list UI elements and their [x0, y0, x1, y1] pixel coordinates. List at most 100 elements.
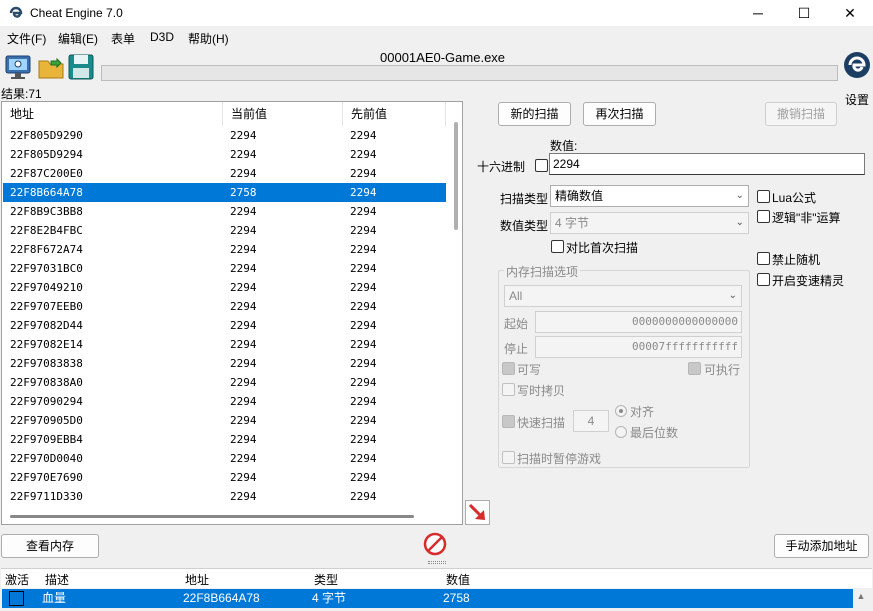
result-current-value: 2294: [230, 490, 257, 503]
result-row[interactable]: 22F970905D0 2294 2294: [3, 411, 446, 430]
result-row[interactable]: 22F97049210 2294 2294: [3, 278, 446, 297]
result-row[interactable]: 22F97090294 2294 2294: [3, 392, 446, 411]
result-current-value: 2294: [230, 224, 257, 237]
menu-file[interactable]: 文件(F): [7, 30, 46, 47]
active-checkbox[interactable]: [9, 591, 24, 606]
minimize-button[interactable]: ─: [735, 0, 781, 26]
last-digits-radio[interactable]: [615, 426, 627, 438]
save-button[interactable]: [67, 53, 95, 81]
maximize-button[interactable]: ☐: [781, 0, 827, 26]
align-label: 对齐: [630, 405, 655, 419]
stop-address-input[interactable]: 00007fffffffffff: [535, 336, 742, 358]
speedhack-checkbox[interactable]: [757, 273, 770, 286]
result-row[interactable]: 22F805D9290 2294 2294: [3, 126, 446, 145]
fast-scan-checkbox[interactable]: [502, 415, 515, 428]
header-type[interactable]: 类型: [314, 571, 338, 588]
writable-checkbox[interactable]: [502, 362, 515, 375]
result-row[interactable]: 22F970E7690 2294 2294: [3, 468, 446, 487]
column-header-current[interactable]: 当前值: [223, 102, 343, 126]
scan-type-value: 精确数值: [555, 189, 604, 203]
result-current-value: 2758: [230, 186, 257, 199]
result-row[interactable]: 22F8B664A78 2758 2294: [3, 183, 446, 202]
scroll-up-arrow-icon[interactable]: ▲: [855, 591, 867, 605]
executable-checkbox[interactable]: [688, 362, 701, 375]
result-address: 22F97082D44: [10, 319, 83, 332]
result-row[interactable]: 22F805D9294 2294 2294: [3, 145, 446, 164]
copy-on-write-checkbox[interactable]: [502, 383, 515, 396]
result-current-value: 2294: [230, 338, 257, 351]
copy-on-write-label: 写时拷贝: [517, 384, 566, 398]
result-row[interactable]: 22F97082D44 2294 2294: [3, 316, 446, 335]
address-table-row[interactable]: 血量 22F8B664A78 4 字节 2758: [2, 589, 853, 608]
hex-checkbox[interactable]: [535, 159, 548, 172]
entry-type: 4 字节: [312, 591, 347, 605]
add-address-manually-button[interactable]: 手动添加地址: [774, 534, 869, 558]
scan-type-select[interactable]: 精确数值 ⌄: [550, 185, 749, 207]
result-row[interactable]: 22F9709EBB4 2294 2294: [3, 430, 446, 449]
fast-scan-alignment-input[interactable]: 4: [573, 410, 609, 432]
result-row[interactable]: 22F87C200E0 2294 2294: [3, 164, 446, 183]
view-memory-button[interactable]: 查看内存: [1, 534, 99, 558]
menu-table[interactable]: 表单: [111, 30, 135, 47]
column-header-address[interactable]: 地址: [2, 102, 223, 126]
align-radio[interactable]: [615, 405, 627, 417]
select-process-button[interactable]: [4, 53, 32, 81]
add-to-list-button[interactable]: [465, 500, 490, 525]
result-row[interactable]: 22F97082E14 2294 2294: [3, 335, 446, 354]
result-current-value: 2294: [230, 414, 257, 427]
menu-help[interactable]: 帮助(H): [188, 30, 229, 47]
logic-not-checkbox[interactable]: [757, 210, 770, 223]
clear-list-button[interactable]: [423, 532, 447, 556]
result-row[interactable]: 22F8B9C3BB8 2294 2294: [3, 202, 446, 221]
column-header-previous[interactable]: 先前值: [343, 102, 446, 126]
vertical-scrollbar[interactable]: [454, 122, 458, 230]
menu-edit[interactable]: 编辑(E): [58, 30, 98, 47]
no-random-checkbox[interactable]: [757, 252, 770, 265]
memory-region-select[interactable]: All ⌄: [504, 285, 742, 307]
result-row[interactable]: 22F8F672A74 2294 2294: [3, 240, 446, 259]
header-description[interactable]: 描述: [45, 571, 69, 588]
splitter-handle[interactable]: [428, 561, 446, 564]
result-address: 22F97090294: [10, 395, 83, 408]
settings-label[interactable]: 设置: [845, 91, 869, 108]
computer-icon: [5, 55, 31, 79]
result-address: 22F8B9C3BB8: [10, 205, 83, 218]
result-row[interactable]: 22F97083838 2294 2294: [3, 354, 446, 373]
speedhack-label: 开启变速精灵: [772, 274, 845, 288]
result-address: 22F97049210: [10, 281, 83, 294]
open-file-button[interactable]: [37, 53, 65, 81]
result-previous-value: 2294: [350, 490, 377, 503]
result-current-value: 2294: [230, 281, 257, 294]
header-active[interactable]: 激活: [5, 571, 29, 588]
result-current-value: 2294: [230, 452, 257, 465]
cheat-engine-settings-logo[interactable]: [842, 48, 872, 82]
scan-progress-bar: [101, 65, 838, 81]
result-address: 22F9707EEB0: [10, 300, 83, 313]
result-row[interactable]: 22F970D0040 2294 2294: [3, 449, 446, 468]
undo-scan-button[interactable]: 撤销扫描: [765, 102, 837, 126]
new-scan-button[interactable]: 新的扫描: [498, 102, 571, 126]
next-scan-button[interactable]: 再次扫描: [583, 102, 656, 126]
lua-formula-checkbox[interactable]: [757, 190, 770, 203]
result-row[interactable]: 22F97031BC0 2294 2294: [3, 259, 446, 278]
compare-first-checkbox[interactable]: [551, 240, 564, 253]
value-input[interactable]: 2294: [549, 153, 865, 175]
result-current-value: 2294: [230, 300, 257, 313]
red-arrow-down-right-icon: [468, 503, 485, 520]
result-row[interactable]: 22F9707EEB0 2294 2294: [3, 297, 446, 316]
pause-game-checkbox[interactable]: [502, 451, 515, 464]
result-row[interactable]: 22F9711D330 2294 2294: [3, 487, 446, 506]
value-type-select[interactable]: 4 字节 ⌄: [550, 212, 749, 234]
start-address-input[interactable]: 0000000000000000: [535, 311, 742, 333]
menu-d3d[interactable]: D3D: [150, 30, 174, 44]
header-value[interactable]: 数值: [446, 571, 470, 588]
result-previous-value: 2294: [350, 224, 377, 237]
result-previous-value: 2294: [350, 129, 377, 142]
header-address[interactable]: 地址: [185, 571, 209, 588]
fast-scan-label: 快速扫描: [517, 416, 566, 430]
horizontal-scrollbar[interactable]: [10, 515, 414, 518]
results-list[interactable]: 地址 当前值 先前值 22F805D9290 2294 2294 22F805D929…: [1, 101, 463, 525]
close-button[interactable]: ✕: [827, 0, 873, 26]
result-row[interactable]: 22F8E2B4FBC 2294 2294: [3, 221, 446, 240]
result-row[interactable]: 22F970838A0 2294 2294: [3, 373, 446, 392]
